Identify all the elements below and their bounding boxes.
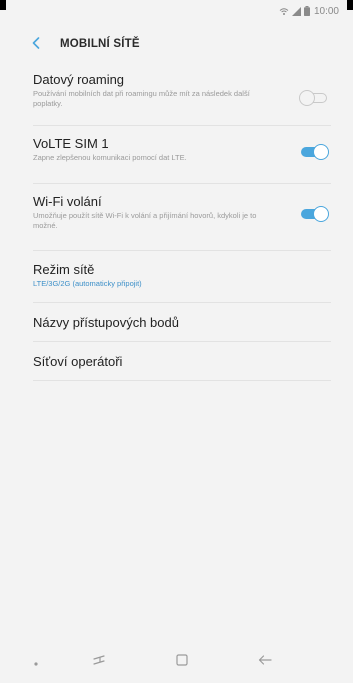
setting-access-point-names[interactable]: Názvy přístupových bodů [33,303,331,342]
back-icon [258,653,272,671]
data-roaming-toggle[interactable] [299,90,329,106]
setting-description: Zapne zlepšenou komunikaci pomocí dat LT… [33,153,187,162]
volte-toggle[interactable] [299,144,329,160]
status-time: 10:00 [313,5,339,17]
network-mode-value: LTE/3G/2G (automaticky připojit) [33,279,142,288]
setting-wifi-calling[interactable]: Wi-Fi volání Umožňuje použít sítě Wi-Fi … [33,184,331,251]
recent-apps-icon [93,653,105,671]
setting-description: Používání mobilních dat při roamingu můž… [33,89,250,108]
toggle-knob [313,144,329,160]
wifi-calling-toggle[interactable] [299,206,329,222]
app-header: MOBILNÍ SÍTĚ [0,28,353,62]
setting-title: VoLTE SIM 1 [33,136,109,151]
nav-dot-button[interactable] [27,654,45,670]
setting-title: Wi-Fi volání [33,194,102,209]
settings-list: Datový roaming Používání mobilních dat p… [0,72,353,381]
back-arrow-icon [32,36,40,54]
setting-title: Datový roaming [33,72,125,87]
status-bar: 10:00 [0,0,353,22]
setting-network-mode[interactable]: Režim sítě LTE/3G/2G (automaticky připoj… [33,251,331,303]
toggle-knob [313,206,329,222]
dot-icon [34,653,38,671]
setting-title: Režim sítě [33,262,95,277]
home-icon [176,653,188,671]
home-button[interactable] [173,654,191,670]
wifi-calling-icon [279,7,289,16]
nav-back-button[interactable] [256,654,274,670]
setting-data-roaming[interactable]: Datový roaming Používání mobilních dat p… [33,72,331,126]
setting-title: Síťoví operátoři [33,354,123,369]
toggle-knob [299,90,315,106]
setting-title: Názvy přístupových bodů [33,315,179,330]
recent-apps-button[interactable] [90,654,108,670]
setting-network-operators[interactable]: Síťoví operátoři [33,342,331,381]
phone-screen: 10:00 MOBILNÍ SÍTĚ Datový roaming Použív… [0,0,353,683]
page-title: MOBILNÍ SÍTĚ [60,38,140,50]
setting-volte[interactable]: VoLTE SIM 1 Zapne zlepšenou komunikaci p… [33,126,331,184]
signal-icon [291,6,301,16]
status-icons [279,6,310,16]
setting-description: Umožňuje použít sítě Wi-Fi k volání a př… [33,211,257,230]
navigation-bar [0,641,353,683]
back-button[interactable] [28,37,44,53]
battery-icon [303,6,310,16]
